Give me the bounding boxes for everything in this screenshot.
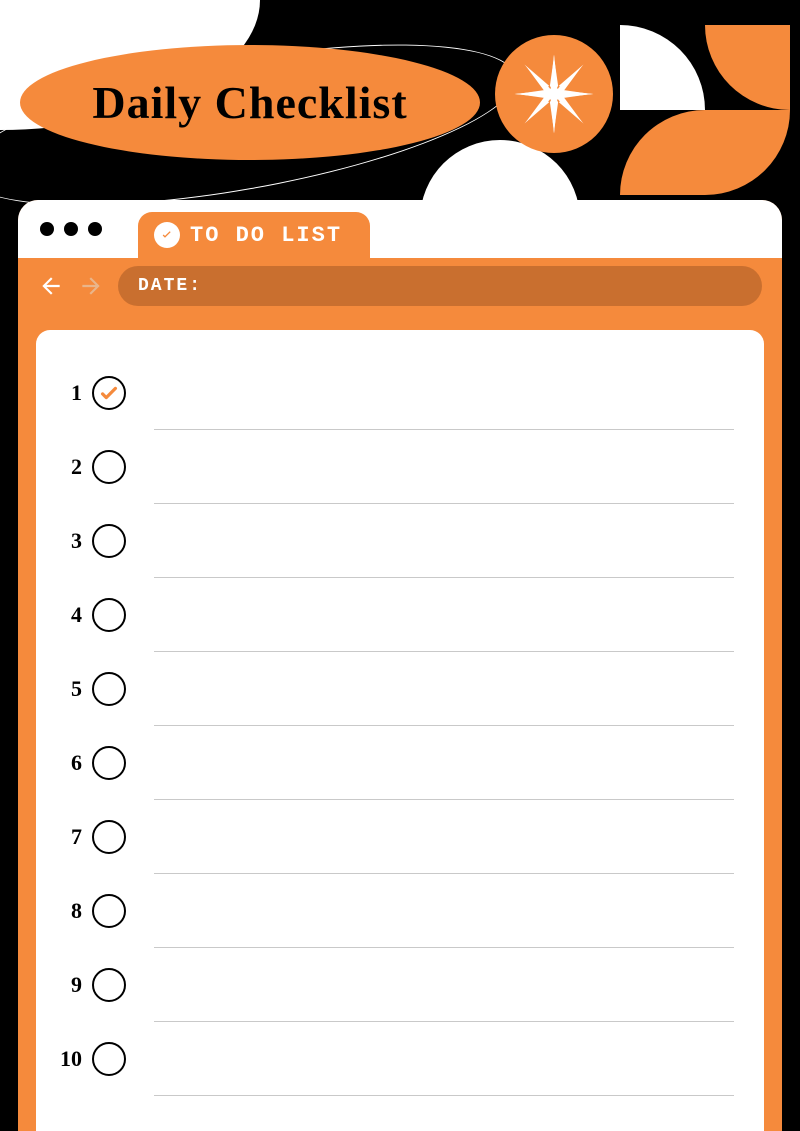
checklist-row: 5 <box>56 652 734 726</box>
checklist-card: TO DO LIST DATE: 1 2 3 4 5 6 7 8 9 10 <box>18 200 782 1131</box>
window-dot-icon <box>40 222 54 236</box>
task-line[interactable] <box>154 948 734 1022</box>
date-field[interactable]: DATE: <box>118 266 762 306</box>
checkbox[interactable] <box>92 746 126 780</box>
task-line[interactable] <box>154 874 734 948</box>
title-pill: Daily Checklist <box>20 45 480 160</box>
date-label: DATE: <box>138 276 202 296</box>
tab-label: TO DO LIST <box>190 223 342 248</box>
checklist-row: 4 <box>56 578 734 652</box>
task-line[interactable] <box>154 430 734 504</box>
task-line[interactable] <box>154 800 734 874</box>
checklist-row: 2 <box>56 430 734 504</box>
starburst-icon <box>513 53 595 135</box>
checkbox[interactable] <box>92 598 126 632</box>
decor-tile-4 <box>705 110 790 195</box>
page-title: Daily Checklist <box>92 76 407 129</box>
checkmark-icon <box>98 382 120 404</box>
decor-tile-3 <box>620 110 705 195</box>
task-line[interactable] <box>154 726 734 800</box>
checkbox[interactable] <box>92 968 126 1002</box>
toolbar: DATE: <box>18 258 782 314</box>
checklist-row: 1 <box>56 356 734 430</box>
row-number: 4 <box>56 602 82 628</box>
task-line[interactable] <box>154 578 734 652</box>
window-dot-icon <box>88 222 102 236</box>
checkbox[interactable] <box>92 524 126 558</box>
row-number: 7 <box>56 824 82 850</box>
row-number: 10 <box>56 1046 82 1072</box>
checkbox[interactable] <box>92 376 126 410</box>
checklist-row: 7 <box>56 800 734 874</box>
checklist-row: 8 <box>56 874 734 948</box>
checkbox[interactable] <box>92 820 126 854</box>
task-line[interactable] <box>154 652 734 726</box>
back-button[interactable] <box>38 273 64 299</box>
row-number: 8 <box>56 898 82 924</box>
row-number: 6 <box>56 750 82 776</box>
row-number: 3 <box>56 528 82 554</box>
checkbox[interactable] <box>92 672 126 706</box>
decor-tile-1 <box>620 25 705 110</box>
task-line[interactable] <box>154 1022 734 1096</box>
checkbox[interactable] <box>92 894 126 928</box>
checklist-row: 3 <box>56 504 734 578</box>
tab-todo[interactable]: TO DO LIST <box>138 212 370 258</box>
task-line[interactable] <box>154 504 734 578</box>
checklist-row: 9 <box>56 948 734 1022</box>
forward-button[interactable] <box>78 273 104 299</box>
check-circle-icon <box>154 222 180 248</box>
decor-sun-circle <box>495 35 613 153</box>
checklist-row: 6 <box>56 726 734 800</box>
checkbox[interactable] <box>92 1042 126 1076</box>
arrow-left-icon <box>38 273 64 299</box>
row-number: 5 <box>56 676 82 702</box>
checklist-body: 1 2 3 4 5 6 7 8 9 10 <box>36 330 764 1131</box>
decor-tile-2 <box>705 25 790 110</box>
task-line[interactable] <box>154 356 734 430</box>
row-number: 1 <box>56 380 82 406</box>
arrow-right-icon <box>78 273 104 299</box>
checklist-row: 10 <box>56 1022 734 1096</box>
checkbox[interactable] <box>92 450 126 484</box>
window-titlebar: TO DO LIST <box>18 200 782 258</box>
window-dot-icon <box>64 222 78 236</box>
row-number: 9 <box>56 972 82 998</box>
row-number: 2 <box>56 454 82 480</box>
